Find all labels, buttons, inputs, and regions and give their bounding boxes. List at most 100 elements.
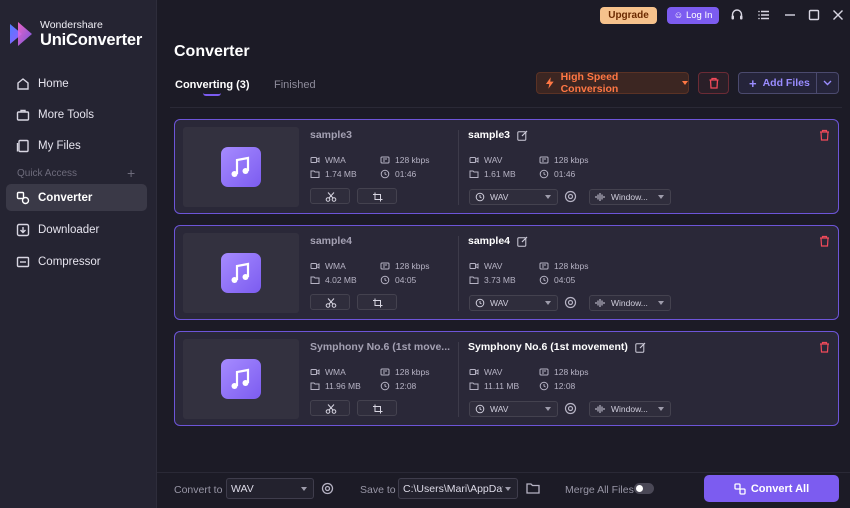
chevron-down-icon: [823, 80, 832, 86]
settings-gear-icon[interactable]: [564, 190, 577, 203]
output-format-select[interactable]: WAV: [469, 295, 558, 311]
audio-format-icon: [310, 369, 320, 375]
audio-format-icon: [310, 263, 320, 269]
menu-icon[interactable]: [757, 8, 771, 22]
uniconverter-logo-icon: [8, 20, 34, 48]
crop-button[interactable]: [357, 294, 397, 310]
crop-button[interactable]: [357, 188, 397, 204]
clock-icon: [380, 169, 390, 179]
minimize-icon[interactable]: [783, 8, 797, 22]
card-divider: [458, 342, 459, 417]
sidebar-item-compressor[interactable]: Compressor: [6, 248, 147, 275]
output-bitrate: 128 kbps: [539, 367, 589, 377]
source-bitrate: 128 kbps: [380, 367, 430, 377]
source-file-name: sample4: [310, 235, 353, 247]
chevron-down-icon: [505, 487, 511, 491]
settings-gear-icon[interactable]: [564, 402, 577, 415]
audio-format-icon: [310, 157, 320, 163]
output-file-name: sample3: [468, 129, 528, 141]
delete-file-icon[interactable]: [819, 341, 830, 353]
bottom-divider: [157, 472, 850, 473]
scissors-icon: [325, 192, 337, 202]
sidebar-item-downloader[interactable]: Downloader: [6, 216, 147, 243]
edit-icon[interactable]: [517, 130, 528, 141]
delete-all-button[interactable]: [698, 72, 729, 94]
clock-icon: [380, 381, 390, 391]
headset-icon[interactable]: [730, 8, 744, 22]
download-icon: [16, 223, 30, 236]
quick-access-add-icon[interactable]: +: [127, 165, 135, 181]
output-device-select[interactable]: Window...: [589, 401, 671, 417]
output-device-select[interactable]: Window...: [589, 295, 671, 311]
edit-icon[interactable]: [635, 342, 646, 353]
clock-icon: [539, 169, 549, 179]
sidebar-item-my-files[interactable]: My Files: [6, 132, 147, 159]
toolbox-icon: [16, 109, 30, 121]
output-device-select[interactable]: Window...: [589, 189, 671, 205]
merge-all-files-toggle[interactable]: [634, 483, 654, 494]
file-card[interactable]: sample3 WMA 128 kbps 1.74 MB 01:46 sample3 WAV…: [174, 119, 839, 214]
file-size-icon: [469, 382, 479, 390]
audio-wave-icon: [595, 405, 605, 413]
brand-big: UniConverter: [40, 31, 143, 49]
tab-converting[interactable]: Converting (3): [175, 79, 250, 91]
delete-file-icon[interactable]: [819, 129, 830, 141]
upgrade-button[interactable]: Upgrade: [600, 7, 657, 24]
source-duration: 01:46: [380, 169, 416, 179]
folder-icon[interactable]: [526, 482, 540, 494]
source-format: WMA: [310, 367, 346, 377]
clock-icon: [539, 381, 549, 391]
bitrate-icon: [380, 156, 390, 164]
source-bitrate: 128 kbps: [380, 155, 430, 165]
crop-icon: [373, 404, 383, 414]
sidebar-item-converter[interactable]: Converter: [6, 184, 147, 211]
high-speed-conversion-button[interactable]: High Speed Conversion: [536, 71, 689, 95]
bitrate-icon: [539, 368, 549, 376]
compress-icon: [16, 256, 30, 267]
close-icon[interactable]: [831, 8, 845, 22]
source-bitrate: 128 kbps: [380, 261, 430, 271]
save-to-select[interactable]: C:\Users\Mari\AppData: [398, 478, 518, 499]
login-label: Log In: [685, 10, 713, 21]
output-file-name: sample4: [468, 235, 528, 247]
format-icon: [475, 404, 485, 414]
sidebar-item-home[interactable]: Home: [6, 70, 147, 97]
source-duration: 12:08: [380, 381, 416, 391]
sidebar-item-label: Home: [38, 77, 69, 90]
file-card[interactable]: Symphony No.6 (1st move... WMA 128 kbps 11.…: [174, 331, 839, 426]
output-format-select[interactable]: WAV: [469, 401, 558, 417]
sidebar-item-more-tools[interactable]: More Tools: [6, 101, 147, 128]
trim-button[interactable]: [310, 188, 350, 204]
audio-format-icon: [469, 263, 479, 269]
bitrate-icon: [380, 262, 390, 270]
source-duration: 04:05: [380, 275, 416, 285]
settings-gear-icon[interactable]: [564, 296, 577, 309]
card-divider: [458, 236, 459, 311]
convert-all-button[interactable]: Convert All: [704, 475, 839, 502]
files-icon: [16, 139, 29, 152]
add-files-button[interactable]: + Add Files: [738, 72, 839, 94]
login-button[interactable]: ☺ Log In: [667, 7, 719, 24]
brand: Wondershare UniConverter: [8, 19, 142, 49]
maximize-icon[interactable]: [807, 8, 821, 22]
audio-format-icon: [469, 157, 479, 163]
trim-button[interactable]: [310, 294, 350, 310]
page-title: Converter: [174, 43, 250, 60]
add-files-dropdown[interactable]: [817, 77, 838, 89]
trim-button[interactable]: [310, 400, 350, 416]
clock-icon: [539, 275, 549, 285]
crop-button[interactable]: [357, 400, 397, 416]
home-icon: [17, 77, 29, 90]
convert-to-select[interactable]: WAV: [226, 478, 314, 499]
delete-file-icon[interactable]: [819, 235, 830, 247]
trash-icon: [709, 77, 719, 89]
output-format-select[interactable]: WAV: [469, 189, 558, 205]
tab-finished[interactable]: Finished: [274, 79, 316, 91]
settings-gear-icon[interactable]: [321, 482, 334, 495]
file-card[interactable]: sample4 WMA 128 kbps 4.02 MB 04:05 sample4 WAV…: [174, 225, 839, 320]
header-divider: [170, 107, 842, 108]
output-size: 1.61 MB: [469, 169, 516, 179]
sidebar: Wondershare UniConverter Home More Tools…: [0, 0, 157, 508]
edit-icon[interactable]: [517, 236, 528, 247]
output-format: WAV: [469, 367, 502, 377]
